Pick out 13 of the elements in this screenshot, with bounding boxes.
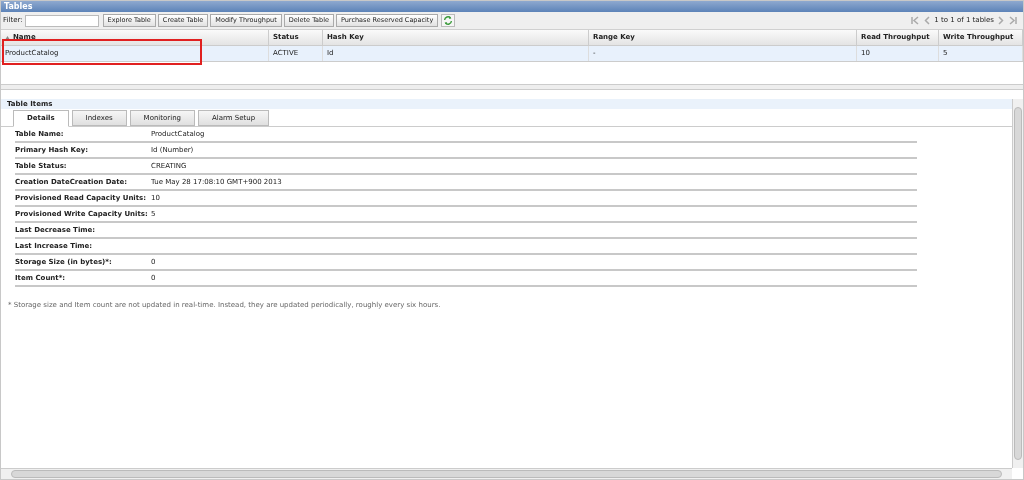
splitter[interactable] [1, 84, 1023, 90]
refresh-icon[interactable] [441, 14, 456, 27]
scroll-thumb[interactable] [1014, 107, 1022, 460]
last-page-icon[interactable] [1008, 16, 1017, 25]
previous-page-icon[interactable] [924, 16, 931, 25]
panel-title: Tables [4, 2, 33, 11]
filter-field[interactable] [24, 14, 99, 27]
scroll-thumb[interactable] [11, 470, 1002, 478]
horizontal-scrollbar[interactable] [1, 468, 1012, 479]
next-page-icon[interactable] [998, 16, 1004, 25]
sort-icon[interactable] [5, 35, 10, 40]
first-page-icon[interactable] [911, 16, 921, 25]
vertical-scrollbar[interactable] [1012, 99, 1023, 468]
